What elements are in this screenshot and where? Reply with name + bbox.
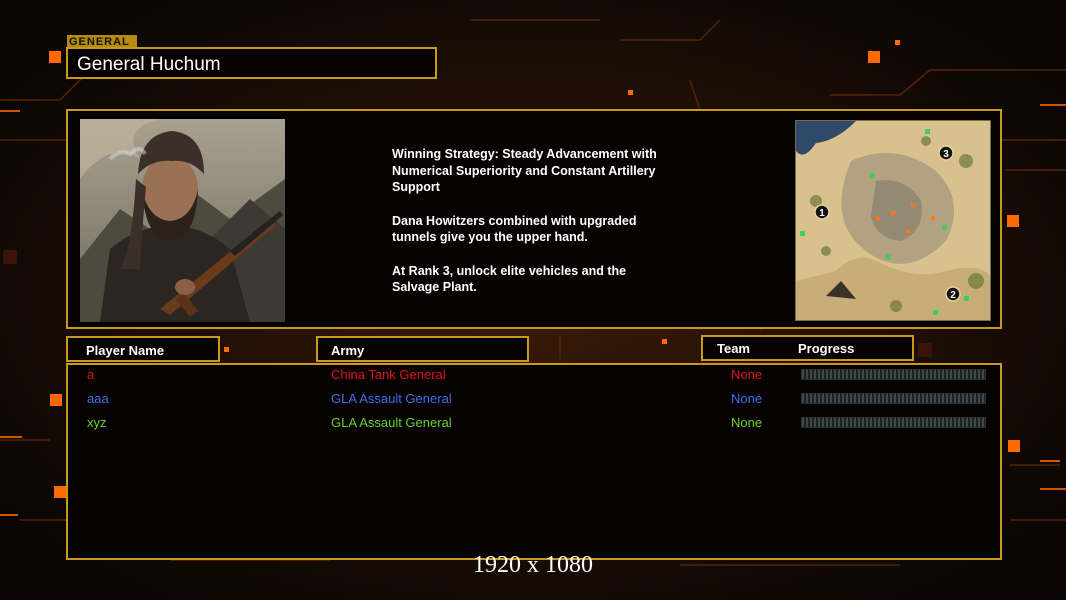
player-row: xyz GLA Assault General None	[68, 413, 1004, 433]
start-marker-1: 1	[819, 208, 825, 219]
player-name: a	[87, 367, 95, 382]
start-marker-2: 2	[950, 290, 956, 301]
player-row: aaa GLA Assault General None	[68, 389, 1004, 409]
player-army: GLA Assault General	[331, 391, 452, 406]
player-team: None	[731, 391, 763, 406]
player-name-header-label: Player Name	[86, 343, 165, 358]
start-marker-3: 3	[943, 149, 949, 160]
player-army: China Tank General	[331, 367, 446, 382]
player-army: GLA Assault General	[331, 415, 452, 430]
player-progress-bar	[801, 393, 986, 404]
general-info-panel: Winning Strategy: Steady Advancement wit…	[66, 109, 1002, 329]
player-name-header: Player Name	[66, 336, 220, 362]
general-portrait	[80, 119, 285, 322]
player-team: None	[731, 367, 763, 382]
player-row: a China Tank General None	[68, 365, 1004, 385]
strategy-paragraph: At Rank 3, unlock elite vehicles and the…	[392, 263, 627, 295]
team-header-label: Team	[717, 341, 750, 356]
strategy-text: Winning Strategy: Steady Advancement wit…	[392, 146, 722, 313]
general-title-box: General Huchum	[66, 47, 437, 79]
player-name: xyz	[87, 415, 107, 430]
player-progress-bar	[801, 417, 986, 428]
general-name: General Huchum	[77, 54, 221, 75]
player-team: None	[731, 415, 763, 430]
strategy-paragraph: Winning Strategy: Steady Advancement wit…	[392, 147, 657, 194]
player-name: aaa	[87, 391, 109, 406]
player-progress-bar	[801, 369, 986, 380]
player-list: a China Tank General None aaa GLA Assaul…	[66, 363, 1002, 560]
army-header-label: Army	[331, 343, 365, 358]
strategy-paragraph: Dana Howitzers combined with upgraded tu…	[392, 213, 637, 245]
map-preview: 1 2 3	[795, 120, 991, 321]
progress-header-label: Progress	[798, 341, 855, 356]
resolution-label: 1920 x 1080	[473, 552, 593, 578]
army-header: Army	[316, 336, 529, 362]
team-progress-header: Team Progress	[701, 335, 914, 361]
